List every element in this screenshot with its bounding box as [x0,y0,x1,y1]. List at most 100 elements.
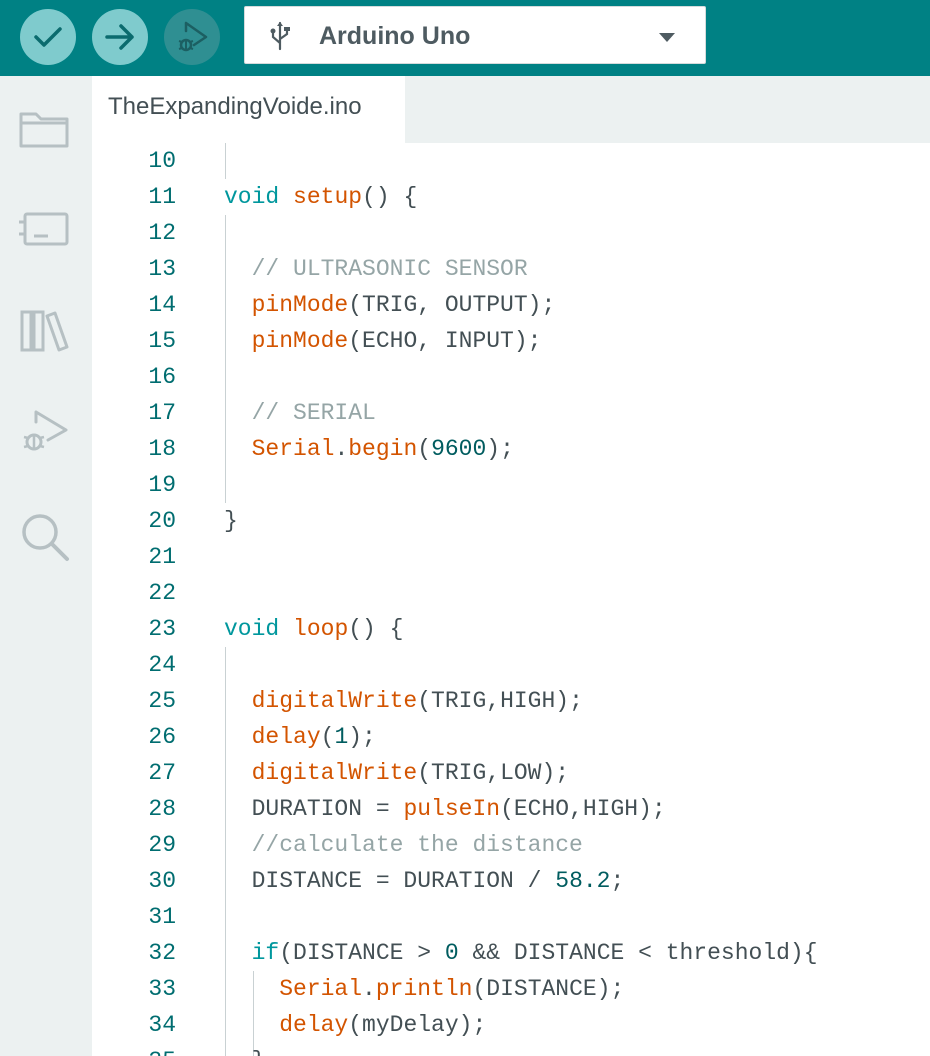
code-line: Serial.println(DISTANCE); [224,971,818,1007]
code-token: (DISTANCE > [279,940,445,966]
sidebar-item-debug[interactable] [16,402,72,458]
code-token: (DISTANCE); [472,976,625,1002]
debug-play-icon [178,21,208,52]
line-number: 34 [148,1012,176,1038]
line-number: 18 [148,436,176,462]
code-token: && DISTANCE < threshold){ [458,940,818,966]
code-token: } [224,508,238,534]
line-number: 24 [148,652,176,678]
code-token: // SERIAL [251,400,376,426]
usb-icon [270,21,290,51]
code-token: ; [610,868,625,894]
code-token: (TRIG,HIGH); [417,688,583,714]
line-number: 15 [148,328,176,354]
upload-button[interactable] [92,9,148,65]
line-number: 35 [92,1043,176,1056]
code-editor[interactable]: 10 11 12 13 14 15 16 17 18 19 20 21 22 23 24 25 26 27 28 29… [92,143,930,1056]
code-token: . [362,976,376,1002]
line-number: 30 [148,868,176,894]
tab-sketch-file[interactable]: TheExpandingVoide.ino [92,76,405,143]
line-number: 10 [148,148,176,174]
code-line: void setup() { [224,179,818,215]
search-icon [22,514,69,561]
code-token: (myDelay); [348,1012,487,1038]
sidebar-item-sketchbook[interactable] [16,102,72,158]
code-token: delay [279,1012,349,1038]
line-number: 23 [148,616,176,642]
board-selector[interactable]: Arduino Uno [244,6,706,64]
check-icon [34,27,62,47]
verify-button[interactable] [20,9,76,65]
code-token: 0 [444,940,459,966]
code-token: () { [362,184,418,210]
line-number: 19 [148,472,176,498]
sidebar-item-search[interactable] [16,508,72,564]
code-line: void loop() { [224,611,818,647]
line-number: 21 [148,544,176,570]
line-number: 20 [148,508,176,534]
library-icon [20,310,69,352]
code-token: // ULTRASONIC SENSOR [251,256,528,282]
code-line: delay(myDelay); [224,1007,818,1043]
code-line: pinMode(ECHO, INPUT); [224,323,818,359]
sidebar [0,76,92,1056]
debug-button[interactable] [164,9,220,65]
code-token: digitalWrite [251,760,418,786]
tab-label: TheExpandingVoide.ino [108,93,362,120]
editor-tabs: TheExpandingVoide.ino [92,76,930,143]
line-number: 31 [148,904,176,930]
code-token: () { [348,616,404,642]
code-line: } [224,1043,818,1056]
code-token: void [224,616,280,642]
line-number: 33 [148,976,176,1002]
code-token: ); [486,436,514,462]
code-token: Serial [279,976,363,1002]
code-line: // SERIAL [224,395,818,431]
code-line: digitalWrite(TRIG,HIGH); [224,683,818,719]
line-number: 12 [148,220,176,246]
line-number: 29 [148,832,176,858]
chevron-down-icon[interactable] [659,33,675,42]
code-line: digitalWrite(TRIG,LOW); [224,755,818,791]
code-token: ); [348,724,376,750]
code-token: if [251,940,280,966]
code-token: digitalWrite [251,688,418,714]
line-number: 27 [148,760,176,786]
line-number: 11 [148,184,176,210]
code-token: delay [251,724,321,750]
line-number: 26 [148,724,176,750]
code-line: pinMode(TRIG, OUTPUT); [224,287,818,323]
code-line: //calculate the distance [224,827,818,863]
line-number: 14 [148,292,176,318]
line-number: 32 [148,940,176,966]
code-token: (ECHO, INPUT); [348,328,542,354]
code-token: pulseIn [403,796,501,822]
code-token: } [224,1048,266,1056]
code-token: ( [320,724,335,750]
code-token: loop [293,616,349,642]
code-line: DISTANCE = DURATION / 58.2; [224,863,818,899]
sidebar-item-library-manager[interactable] [16,302,72,358]
line-number: 17 [148,400,176,426]
line-number: 16 [148,364,176,390]
code-line: Serial.begin(9600); [224,431,818,467]
code-line: if(DISTANCE > 0 && DISTANCE < threshold)… [224,935,818,971]
sidebar-item-boards-manager[interactable] [16,200,72,256]
code-token: (TRIG, OUTPUT); [348,292,556,318]
